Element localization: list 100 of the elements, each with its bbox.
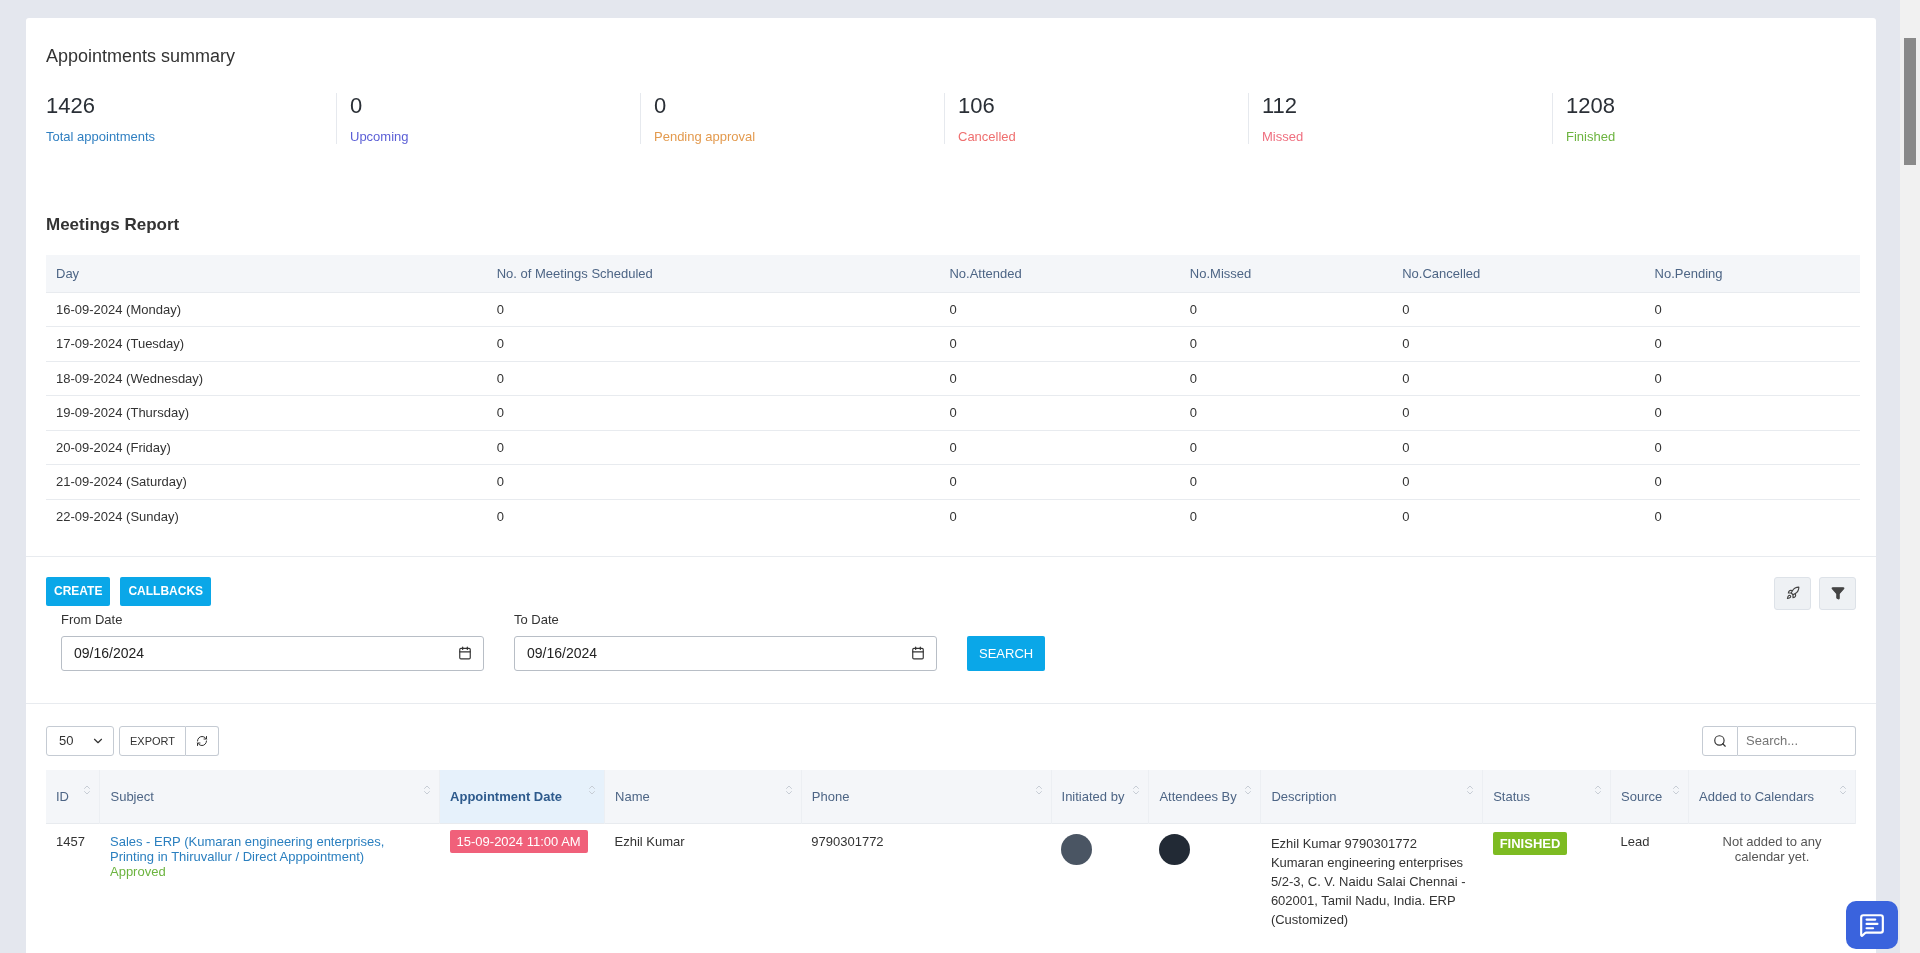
stat-label: Upcoming [350,129,410,144]
column-header: No.Attended [939,255,1180,292]
stat-label: Finished [1566,129,1617,144]
table-cell: 17-09-2024 (Tuesday) [46,326,487,361]
date-badge: 15-09-2024 11:00 AM [449,830,588,853]
table-cell: 0 [1392,361,1645,396]
export-button[interactable]: EXPORT [119,725,187,756]
table-cell: 0 [939,292,1180,327]
date-field[interactable]: 09/16/2024 [61,635,484,671]
column-header[interactable]: ID [46,769,100,824]
column-header: No. of Meetings Scheduled [486,255,940,292]
search-icon-button[interactable] [1702,725,1738,756]
table-cell: 0 [1644,430,1860,465]
column-header[interactable]: Appointment Date [439,769,605,824]
table-cell: 20-09-2024 (Friday) [46,430,487,465]
table-cell: Ezhil Kumar 9790301772 Kumaran engineering enterprises 5/2-3, C. V. Naidu Salai Chennai - 602001, Tamil Nadu, India. ERP (Customized) [1260,823,1483,939]
scrollbar[interactable] [1900,0,1920,953]
column-header[interactable]: Initiated by [1051,769,1149,824]
table-cell: 9790301772 [801,823,1051,939]
section-title: Appointments summary [46,46,237,67]
table-cell: 22-09-2024 (Sunday) [46,499,487,534]
table-cell: 0 [939,499,1180,534]
table-cell: 0 [1644,464,1860,499]
column-header[interactable]: Status [1482,769,1611,824]
table-cell: 0 [1644,326,1860,361]
stat-value: 1208 [1566,93,1616,119]
table-cell: 18-09-2024 (Wednesday) [46,361,487,396]
refresh-icon [196,734,209,747]
field-label: From Date [61,611,124,627]
status-badge: FINISHED [1492,832,1568,855]
table-cell: 0 [1644,292,1860,327]
table-cell: 0 [1644,395,1860,430]
chat-button[interactable] [1846,901,1898,949]
table-cell: 0 [939,395,1180,430]
rocket-icon [1785,586,1800,600]
filter-button[interactable] [1819,576,1856,610]
table-cell: 0 [1644,361,1860,396]
column-header[interactable]: Added to Calendars [1688,769,1856,824]
stat-label: Missed [1262,129,1305,144]
table-cell: 0 [1392,430,1645,465]
table-cell: 0 [1179,361,1393,396]
column-header[interactable]: Subject [100,769,440,824]
field-label: To Date [514,611,560,627]
table-cell: 0 [939,464,1180,499]
table-cell: 16-09-2024 (Monday) [46,292,487,327]
section-title: Meetings Report [46,215,181,235]
table-cell: Ezhil Kumar [604,823,802,939]
column-header: Day [46,255,487,292]
column-header[interactable]: Phone [801,769,1051,824]
table-cell: 0 [1179,430,1393,465]
table-cell: 0 [486,430,940,465]
avatar [1061,834,1092,865]
rocket-button[interactable] [1774,576,1811,610]
table-cell: 0 [939,430,1180,465]
sort-icon [1837,784,1849,797]
table-cell: 19-09-2024 (Thursday) [46,395,487,430]
table-cell: 0 [1179,292,1393,327]
table-cell: Lead [1610,823,1689,939]
column-header[interactable]: Name [604,769,802,824]
avatar [1158,834,1190,865]
table-cell: 0 [1179,326,1393,361]
table-cell: 0 [486,361,940,396]
stat-value: 1426 [46,93,96,119]
table-cell: 0 [939,361,1180,396]
stat-label: Cancelled [958,129,1017,144]
calendar-icon [911,645,925,660]
refresh-button[interactable] [186,725,220,756]
column-header: No.Cancelled [1392,255,1645,292]
table-cell: 0 [486,395,940,430]
column-header[interactable]: Description [1260,769,1483,824]
chat-icon [1859,912,1885,938]
page-size-select[interactable]: 50 [46,725,114,756]
table-cell: 0 [486,464,940,499]
table-cell: 0 [1392,395,1645,430]
table-cell: 0 [486,326,940,361]
column-header[interactable]: Source [1610,769,1689,824]
calendar-icon [458,645,472,660]
stat-value: 0 [350,93,364,119]
table-cell: 0 [1179,395,1393,430]
date-field[interactable]: 09/16/2024 [514,635,937,671]
subject-link[interactable]: Sales - ERP (Kumaran engineering enterprises, Printing in Thiruvallur / Direct Apppointment) [110,834,430,864]
table-cell: 0 [486,499,940,534]
search-icon [1713,733,1727,748]
stat-value: 106 [958,93,996,119]
table-cell: 0 [486,292,940,327]
column-header: No.Pending [1644,255,1860,292]
stat-value: 0 [654,93,668,119]
search-field[interactable]: Search... [1738,725,1856,756]
column-header[interactable]: Attendees By [1148,769,1261,824]
table-cell: 0 [1392,292,1645,327]
table-cell: 0 [1179,464,1393,499]
table-cell: 0 [1392,464,1645,499]
stat-label: Pending approval [654,129,757,144]
approval-status: Approved [110,864,167,879]
table-cell: 0 [939,326,1180,361]
table-cell: 1457 [46,823,100,939]
table-cell: 0 [1392,326,1645,361]
table-cell: 0 [1392,499,1645,534]
table-cell: 21-09-2024 (Saturday) [46,464,487,499]
table-cell: 0 [1644,499,1860,534]
